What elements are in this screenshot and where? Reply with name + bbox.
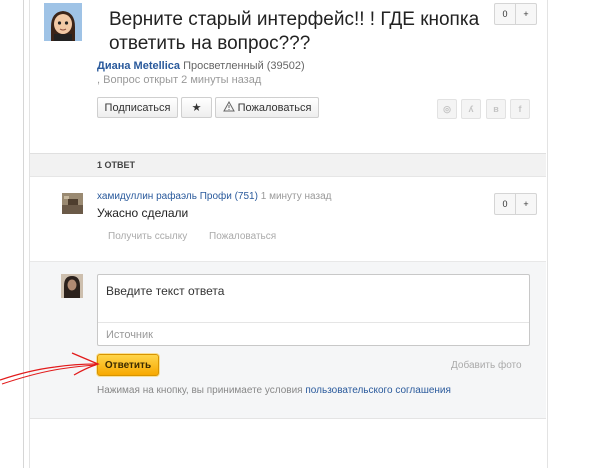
report-question-button[interactable]: Пожаловаться bbox=[215, 97, 319, 118]
answer-author-avatar[interactable] bbox=[62, 193, 83, 214]
question-vote-plus-button[interactable]: + bbox=[515, 4, 536, 24]
terms-text: Нажимая на кнопку, вы принимаете условия bbox=[97, 385, 303, 396]
question-author-avatar[interactable] bbox=[44, 3, 82, 41]
share-mailru-button[interactable]: ◎ bbox=[437, 99, 457, 119]
mailru-icon: ◎ bbox=[443, 104, 451, 114]
source-input-placeholder: Источник bbox=[106, 329, 153, 341]
facebook-icon: f bbox=[518, 104, 522, 114]
vkontakte-icon: в bbox=[493, 104, 499, 114]
report-answer-button[interactable]: Пожаловаться bbox=[209, 231, 276, 242]
red-arrow-annotation-icon bbox=[0, 352, 100, 385]
answer-textarea-placeholder: Введите текст ответа bbox=[106, 284, 225, 298]
current-user-avatar bbox=[61, 274, 83, 298]
star-icon: ★ bbox=[191, 102, 202, 114]
answer-author-line: хамидуллин рафаэль Профи (751) 1 минуту … bbox=[97, 191, 331, 202]
answers-count: 1 ОТВЕТ bbox=[97, 160, 136, 170]
answer-vote-plus-button[interactable]: + bbox=[515, 194, 536, 214]
share-vkontakte-button[interactable]: в bbox=[486, 99, 506, 119]
terms-link[interactable]: пользовательского соглашения bbox=[305, 385, 451, 396]
question-vote-widget: 0 + bbox=[494, 3, 537, 25]
form-bottom-divider bbox=[30, 418, 546, 419]
question-meta: , Вопрос открыт 2 минуты назад bbox=[97, 74, 262, 86]
answer-time: 1 минуту назад bbox=[260, 191, 332, 202]
get-link-button[interactable]: Получить ссылку bbox=[108, 231, 187, 242]
report-question-label: Пожаловаться bbox=[237, 102, 312, 114]
answer-text: Ужасно сделали bbox=[97, 206, 189, 220]
answer-author-name[interactable]: хамидуллин рафаэль bbox=[97, 191, 197, 202]
left-divider bbox=[23, 0, 24, 468]
terms-notice: Нажимая на кнопку, вы принимаете условия… bbox=[97, 385, 451, 396]
question-author-rank: Просветленный (39502) bbox=[183, 60, 305, 72]
answer-vote-widget: 0 + bbox=[494, 193, 537, 215]
answer-vote-count: 0 bbox=[502, 199, 508, 209]
odnoklassniki-icon: ʎ bbox=[468, 104, 474, 114]
favorite-star-button[interactable]: ★ bbox=[181, 97, 212, 118]
source-input[interactable]: Источник bbox=[98, 322, 529, 346]
add-photo-link[interactable]: Добавить фото bbox=[451, 360, 522, 371]
question-vote-count: 0 bbox=[502, 9, 508, 19]
warning-icon bbox=[222, 100, 238, 114]
question-title: Верните старый интерфейс!! ! ГДЕ кнопка … bbox=[109, 9, 480, 54]
share-facebook-button[interactable]: f bbox=[510, 99, 530, 119]
answer-author-rank: Профи (751) bbox=[199, 191, 258, 202]
subscribe-button[interactable]: Подписаться bbox=[97, 97, 178, 118]
question-author-name[interactable]: Диана Metellica bbox=[97, 60, 180, 72]
answer-textarea[interactable]: Введите текст ответа Источник bbox=[97, 274, 530, 346]
share-odnoklassniki-button[interactable]: ʎ bbox=[461, 99, 481, 119]
question-author-line: Диана Metellica Просветленный (39502) bbox=[97, 60, 305, 72]
